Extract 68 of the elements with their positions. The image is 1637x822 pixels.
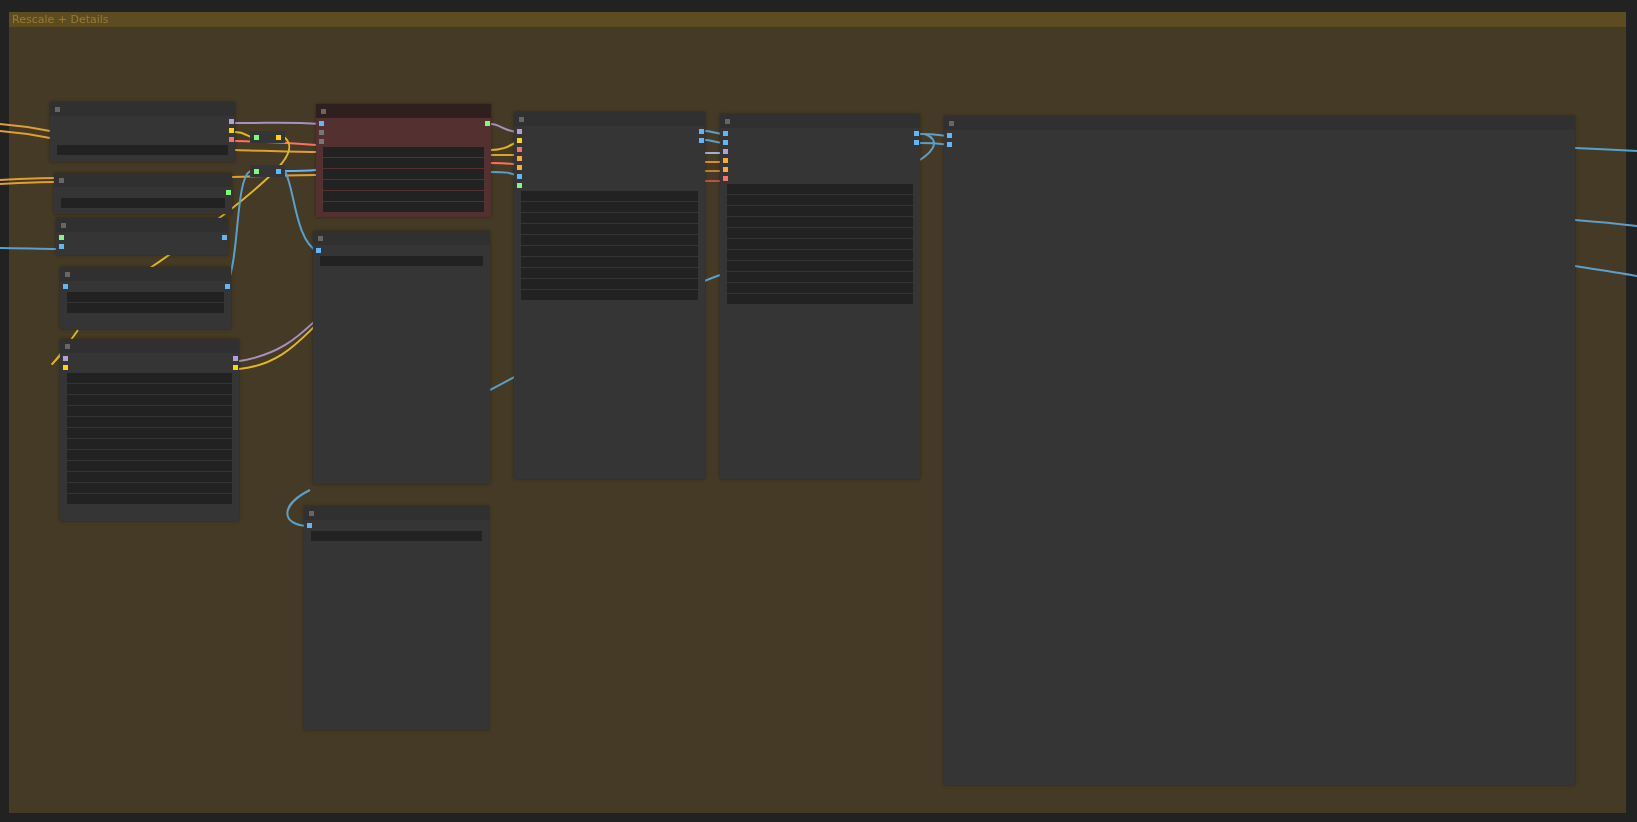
connection-wire: [286, 489, 311, 527]
input-port[interactable]: [254, 134, 259, 140]
group-title: Rescale + Details: [9, 12, 1626, 27]
input-port[interactable]: [59, 244, 64, 249]
node-header[interactable]: [304, 506, 489, 520]
node-header[interactable]: [60, 267, 231, 281]
graph-node[interactable]: [56, 218, 228, 255]
input-port[interactable]: [723, 149, 728, 154]
input-port[interactable]: [517, 147, 522, 152]
connection-wire: [1574, 147, 1637, 152]
input-port[interactable]: [947, 142, 952, 147]
graph-node[interactable]: [944, 116, 1575, 785]
node-header[interactable]: [313, 231, 490, 245]
input-port[interactable]: [723, 167, 728, 172]
node-header[interactable]: [60, 339, 239, 353]
input-port[interactable]: [63, 365, 68, 370]
input-port[interactable]: [319, 121, 324, 126]
widget-field[interactable]: [323, 147, 484, 157]
connection-wire: [0, 123, 51, 132]
input-port[interactable]: [517, 138, 522, 143]
input-port[interactable]: [723, 158, 728, 163]
connection-wire: [1574, 219, 1637, 227]
widget-field[interactable]: [323, 180, 484, 190]
input-port[interactable]: [517, 156, 522, 161]
reroute-node[interactable]: [250, 165, 285, 177]
widget-field[interactable]: [323, 158, 484, 168]
output-port[interactable]: [276, 134, 281, 140]
graph-node[interactable]: [514, 112, 705, 479]
node-header[interactable]: [720, 114, 920, 128]
graph-node[interactable]: [313, 231, 490, 484]
graph-node[interactable]: [720, 114, 920, 479]
node-header[interactable]: [56, 218, 228, 232]
input-port[interactable]: [59, 235, 64, 240]
node-header[interactable]: [54, 173, 232, 187]
graph-node[interactable]: [50, 102, 235, 162]
input-port[interactable]: [517, 129, 522, 134]
widget-field[interactable]: [323, 169, 484, 179]
input-port[interactable]: [254, 168, 259, 174]
input-port[interactable]: [319, 139, 324, 144]
widget-field[interactable]: [323, 202, 484, 212]
input-port[interactable]: [723, 131, 728, 136]
graph-node[interactable]: [60, 339, 239, 521]
input-port[interactable]: [517, 174, 522, 179]
connection-wire: [0, 130, 51, 139]
input-port[interactable]: [316, 248, 321, 253]
graph-node[interactable]: [54, 173, 232, 214]
input-port[interactable]: [63, 356, 68, 361]
input-port[interactable]: [63, 284, 68, 289]
input-port[interactable]: [319, 130, 324, 135]
input-port[interactable]: [947, 133, 952, 138]
node-header[interactable]: [514, 112, 705, 126]
node-header[interactable]: [50, 102, 235, 116]
node-header[interactable]: [316, 104, 491, 118]
connection-wire: [51, 329, 79, 365]
graph-node[interactable]: [316, 104, 491, 217]
input-port[interactable]: [307, 523, 312, 528]
connection-wire: [1574, 265, 1637, 277]
input-port[interactable]: [723, 176, 728, 181]
input-port[interactable]: [517, 183, 522, 188]
input-port[interactable]: [517, 165, 522, 170]
output-port[interactable]: [276, 168, 281, 174]
graph-node[interactable]: [60, 267, 231, 329]
input-port[interactable]: [723, 140, 728, 145]
node-header[interactable]: [944, 116, 1575, 130]
widget-field[interactable]: [323, 191, 484, 201]
connection-wire: [0, 247, 59, 250]
graph-node[interactable]: [304, 506, 489, 730]
reroute-node[interactable]: [250, 131, 285, 143]
